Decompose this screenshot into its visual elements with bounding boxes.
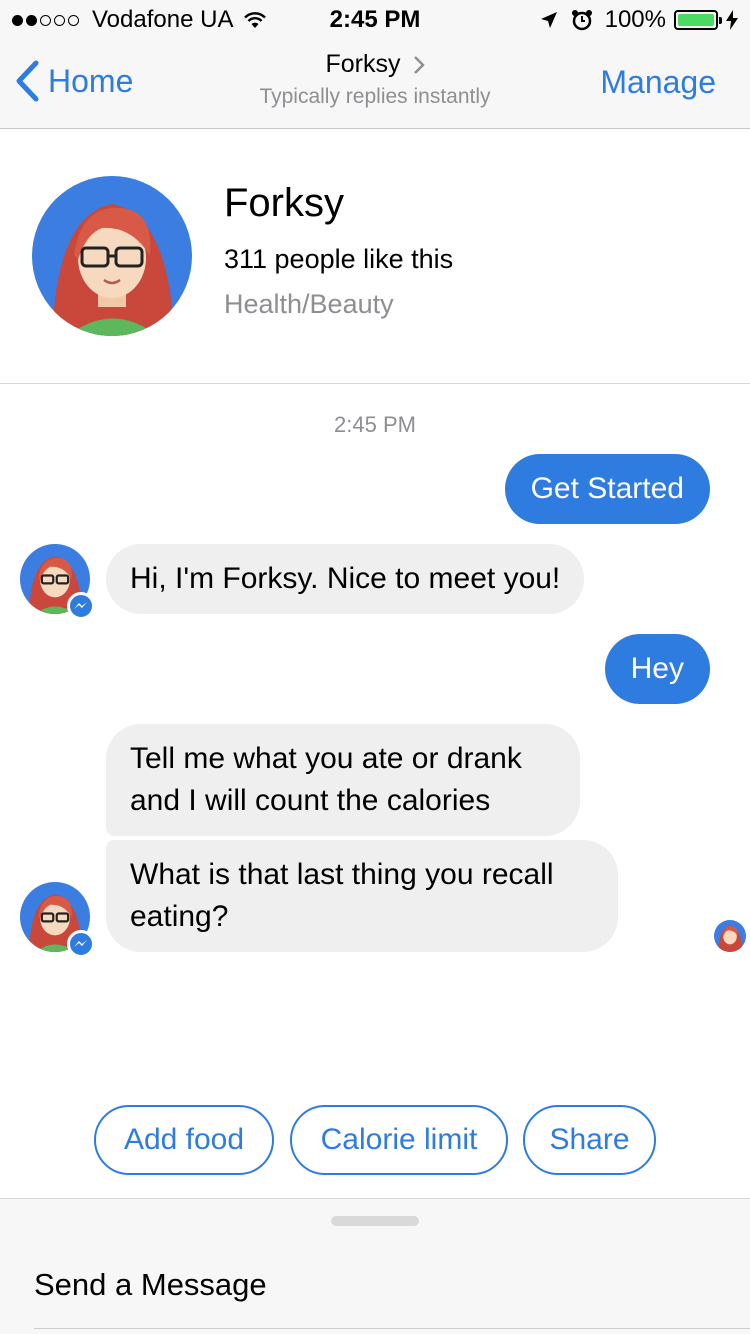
profile-category: Health/Beauty (224, 289, 394, 319)
message-timestamp: 2:45 PM (334, 412, 416, 437)
page-profile: Forksy 311 people like this Health/Beaut… (0, 129, 750, 384)
quick-reply-calorie-limit[interactable]: Calorie limit (290, 1105, 508, 1175)
message-outgoing[interactable]: Get Started (504, 454, 710, 524)
composer-divider (34, 1328, 750, 1329)
alarm-icon (571, 10, 592, 31)
conversation-title: Forksy (325, 50, 401, 78)
message-incoming[interactable]: Tell me what you ate or drank and I will… (106, 724, 580, 836)
message-outgoing[interactable]: Hey (604, 634, 710, 704)
status-right: 100% (539, 6, 738, 34)
quick-reply-share[interactable]: Share (523, 1105, 656, 1175)
drag-handle[interactable] (331, 1216, 419, 1226)
profile-likes: 311 people like this (224, 244, 454, 274)
status-bar: Vodafone UA 2:45 PM 100% (0, 0, 750, 40)
messenger-badge-icon (67, 930, 95, 958)
messenger-badge-icon (67, 592, 95, 620)
manage-button[interactable]: Manage (600, 64, 716, 101)
message-input[interactable]: Send a Message (34, 1267, 267, 1303)
seen-indicator-avatar (714, 920, 746, 952)
location-icon (540, 12, 557, 28)
charging-icon (726, 10, 738, 30)
profile-name: Forksy (224, 181, 344, 225)
composer: Send a Message (0, 1198, 750, 1334)
profile-avatar[interactable] (32, 176, 192, 336)
battery-icon (674, 10, 722, 30)
forksy-avatar-image (32, 176, 192, 336)
message-incoming[interactable]: What is that last thing you recall eatin… (106, 840, 618, 952)
navigation-bar: Home Forksy Typically replies instantly … (0, 40, 750, 129)
title-chevron-icon (413, 55, 425, 74)
quick-reply-add-food[interactable]: Add food (94, 1105, 274, 1175)
message-incoming[interactable]: Hi, I'm Forksy. Nice to meet you! (106, 544, 585, 614)
battery-percent: 100% (604, 6, 666, 33)
